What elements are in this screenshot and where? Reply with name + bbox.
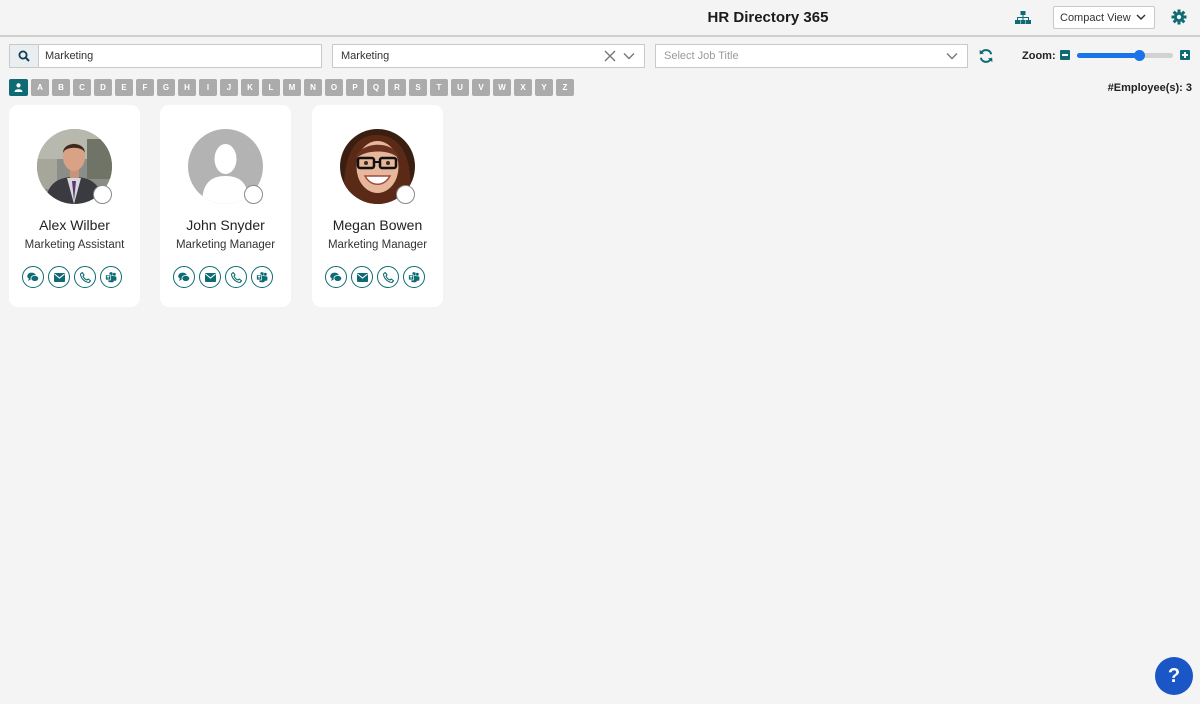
letter-filter-z[interactable]: Z [556,79,574,96]
phone-button[interactable] [74,266,96,288]
letter-filter-h[interactable]: H [178,79,196,96]
employee-name[interactable]: John Snyder [160,217,291,233]
employee-job-title: Marketing Manager [175,239,276,251]
help-button[interactable]: ? [1155,657,1193,695]
zoom-label: Zoom: [1022,50,1056,62]
chevron-down-icon [946,53,958,60]
contact-actions [22,266,122,288]
department-select[interactable]: Marketing [332,44,645,68]
letter-filter-y[interactable]: Y [535,79,553,96]
phone-icon [230,271,242,283]
contact-actions [325,266,425,288]
letter-filter-j[interactable]: J [220,79,238,96]
employee-card[interactable]: Megan Bowen Marketing Manager [312,105,443,307]
letter-filter-f[interactable]: F [136,79,154,96]
letter-filter-c[interactable]: C [73,79,91,96]
presence-status-indicator [93,185,112,204]
chevron-down-icon [1136,14,1146,21]
letter-filter-u[interactable]: U [451,79,469,96]
letter-filter-w[interactable]: W [493,79,511,96]
letter-filter-m[interactable]: M [283,79,301,96]
presence-status-indicator [396,185,415,204]
all-employees-filter[interactable] [9,79,28,96]
employee-job-title: Marketing Manager [327,239,428,251]
zoom-out-button[interactable] [1060,50,1070,60]
view-mode-label: Compact View [1060,11,1131,24]
letter-filter-k[interactable]: K [241,79,259,96]
employee-card[interactable]: John Snyder Marketing Manager [160,105,291,307]
teams-icon [105,271,117,283]
search-input[interactable] [39,45,321,67]
search-button[interactable] [10,45,39,67]
top-bar: HR Directory 365 Compact View [0,0,1200,37]
zoom-slider[interactable] [1077,50,1173,61]
department-select-value: Marketing [341,50,390,62]
phone-button[interactable] [225,266,247,288]
teams-button[interactable] [100,266,122,288]
search-icon [18,50,30,62]
chat-icon [330,272,342,283]
chat-button[interactable] [22,266,44,288]
letter-filter-q[interactable]: Q [367,79,385,96]
phone-icon [382,271,394,283]
zoom-slider-fill [1077,53,1140,58]
letter-filter-s[interactable]: S [409,79,427,96]
letter-filter-g[interactable]: G [157,79,175,96]
email-button[interactable] [199,266,221,288]
letter-filter-l[interactable]: L [262,79,280,96]
employee-count: #Employee(s): 3 [1107,82,1192,94]
job-title-placeholder: Select Job Title [664,50,739,62]
alphabet-filter-bar: ABCDEFGHIJKLMNOPQRSTUVWXYZ [9,79,574,96]
phone-icon [79,271,91,283]
teams-button[interactable] [403,266,425,288]
letter-filter-a[interactable]: A [31,79,49,96]
settings-gear-icon[interactable] [1171,9,1187,25]
letter-filter-n[interactable]: N [304,79,322,96]
letter-filter-b[interactable]: B [52,79,70,96]
email-button[interactable] [48,266,70,288]
email-icon [53,272,65,282]
letter-filter-v[interactable]: V [472,79,490,96]
refresh-icon[interactable] [978,48,994,64]
employee-job-title: Marketing Assistant [24,239,125,251]
zoom-slider-thumb[interactable] [1134,50,1146,61]
chevron-down-icon [623,53,635,60]
letter-filter-o[interactable]: O [325,79,343,96]
teams-button[interactable] [251,266,273,288]
job-title-select[interactable]: Select Job Title [655,44,968,68]
clear-icon[interactable] [604,50,616,62]
presence-status-indicator [244,185,263,204]
view-mode-select[interactable]: Compact View [1053,6,1155,29]
email-button[interactable] [351,266,373,288]
person-icon [14,83,23,92]
chat-icon [178,272,190,283]
letter-filter-i[interactable]: I [199,79,217,96]
letter-filter-d[interactable]: D [94,79,112,96]
employee-name[interactable]: Alex Wilber [9,217,140,233]
search-box [9,44,322,68]
teams-icon [408,271,420,283]
zoom-in-button[interactable] [1180,50,1190,60]
employee-name[interactable]: Megan Bowen [312,217,443,233]
chat-button[interactable] [173,266,195,288]
teams-icon [256,271,268,283]
chat-icon [27,272,39,283]
letter-filter-p[interactable]: P [346,79,364,96]
letter-filter-r[interactable]: R [388,79,406,96]
letter-filter-x[interactable]: X [514,79,532,96]
letter-filter-e[interactable]: E [115,79,133,96]
email-icon [204,272,216,282]
email-icon [356,272,368,282]
phone-button[interactable] [377,266,399,288]
contact-actions [173,266,273,288]
chat-button[interactable] [325,266,347,288]
org-chart-icon[interactable] [1014,9,1032,27]
letter-filter-t[interactable]: T [430,79,448,96]
employee-card[interactable]: Alex Wilber Marketing Assistant [9,105,140,307]
